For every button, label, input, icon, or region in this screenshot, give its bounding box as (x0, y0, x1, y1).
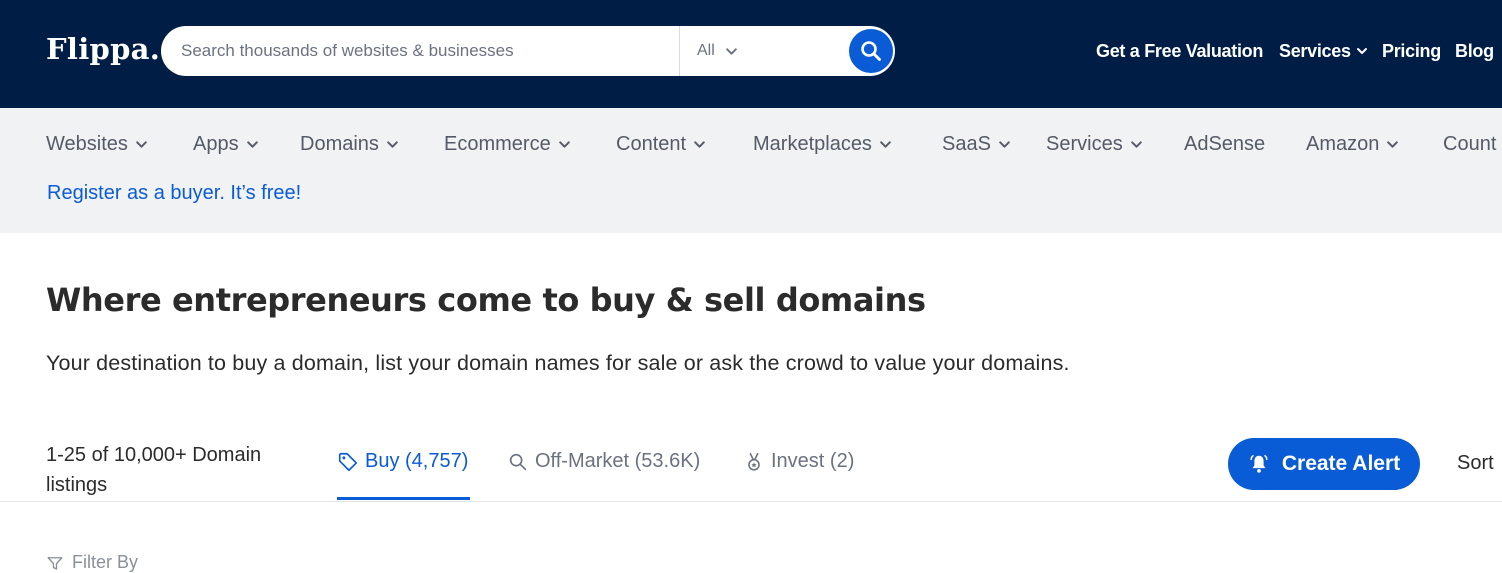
page-title: Where entrepreneurs come to buy & sell d… (46, 281, 926, 319)
category-label: Count (1443, 133, 1497, 155)
category-bar: Websites Apps Domains Ecommerce Content … (0, 108, 1502, 233)
search-bar: All (161, 26, 895, 76)
chevron-down-icon (387, 141, 398, 148)
category-services[interactable]: Services (1046, 133, 1143, 156)
create-alert-button[interactable]: Create Alert (1228, 438, 1420, 490)
chevron-down-icon (136, 141, 147, 148)
search-icon (509, 453, 527, 470)
nav-pricing-label: Pricing (1382, 40, 1441, 61)
chevron-down-icon (1130, 141, 1142, 148)
category-adsense[interactable]: AdSense (1184, 133, 1265, 156)
page-subtitle: Your destination to buy a domain, list y… (46, 351, 1070, 375)
create-alert-label: Create Alert (1281, 452, 1401, 475)
filter-icon (47, 556, 63, 570)
tag-icon (338, 452, 358, 471)
tab-invest[interactable]: Invest (2) (743, 450, 854, 473)
category-label: Services (1046, 133, 1123, 155)
active-tab-indicator (337, 497, 470, 500)
chevron-down-icon (999, 141, 1010, 148)
flippa-logo[interactable]: Flippa. (46, 32, 160, 66)
search-category-dropdown[interactable]: All (697, 26, 738, 76)
search-input[interactable] (161, 26, 699, 76)
chevron-down-icon (880, 141, 891, 148)
category-label: Websites (46, 133, 128, 155)
category-label: SaaS (942, 133, 991, 155)
nav-pricing[interactable]: Pricing (1382, 40, 1441, 62)
category-websites[interactable]: Websites (46, 133, 148, 156)
category-count[interactable]: Count (1443, 133, 1496, 156)
category-marketplaces[interactable]: Marketplaces (753, 133, 892, 156)
nav-free-valuation-label: Get a Free Valuation (1096, 40, 1264, 61)
category-domains[interactable]: Domains (300, 133, 399, 156)
category-saas[interactable]: SaaS (942, 133, 1011, 156)
divider (0, 501, 1502, 502)
category-content[interactable]: Content (616, 133, 706, 156)
bell-icon (1250, 455, 1268, 473)
top-navigation-bar: Flippa. All Get a Free Valuation Service… (0, 0, 1502, 108)
nav-free-valuation[interactable]: Get a Free Valuation (1096, 40, 1263, 62)
search-category-label: All (697, 42, 715, 59)
chevron-down-icon (246, 141, 258, 148)
search-divider (679, 26, 680, 76)
nav-services-label: Services (1279, 40, 1351, 61)
register-buyer-link[interactable]: Register as a buyer. It’s free! (47, 182, 301, 205)
tab-buy-label: Buy (4,757) (365, 450, 469, 472)
category-menu: Websites Apps Domains Ecommerce Content … (0, 108, 1502, 180)
search-button[interactable] (849, 29, 893, 73)
tab-invest-label: Invest (2) (771, 450, 855, 472)
category-label: Amazon (1306, 133, 1380, 155)
nav-blog-label: Blog (1455, 40, 1494, 61)
filter-label: Filter By (72, 552, 139, 572)
category-label: Content (616, 133, 687, 155)
chevron-down-icon (725, 47, 737, 55)
filter-toggle[interactable]: Filter By (46, 552, 138, 573)
chevron-down-icon (558, 141, 570, 148)
tab-off-market[interactable]: Off-Market (53.6K) (507, 450, 700, 473)
listing-count: 1-25 of 10,000+ Domain listings (46, 444, 262, 496)
chevron-down-icon (694, 141, 705, 148)
category-label: Marketplaces (753, 133, 872, 155)
category-label: Domains (300, 133, 379, 155)
category-label: Apps (193, 133, 239, 155)
category-label: AdSense (1184, 133, 1266, 155)
search-icon (861, 41, 881, 61)
chevron-down-icon (1356, 48, 1367, 54)
chevron-down-icon (1387, 141, 1399, 148)
nav-services[interactable]: Services (1279, 40, 1368, 62)
nav-blog[interactable]: Blog (1455, 40, 1494, 62)
medal-icon (748, 452, 760, 471)
category-label: Ecommerce (444, 133, 551, 155)
tab-buy[interactable]: Buy (4,757) (337, 450, 468, 473)
category-apps[interactable]: Apps (193, 133, 259, 156)
category-amazon[interactable]: Amazon (1306, 133, 1399, 156)
category-ecommerce[interactable]: Ecommerce (444, 133, 571, 156)
sort-dropdown[interactable]: Sort (1457, 452, 1494, 475)
tab-off-market-label: Off-Market (53.6K) (535, 450, 701, 472)
